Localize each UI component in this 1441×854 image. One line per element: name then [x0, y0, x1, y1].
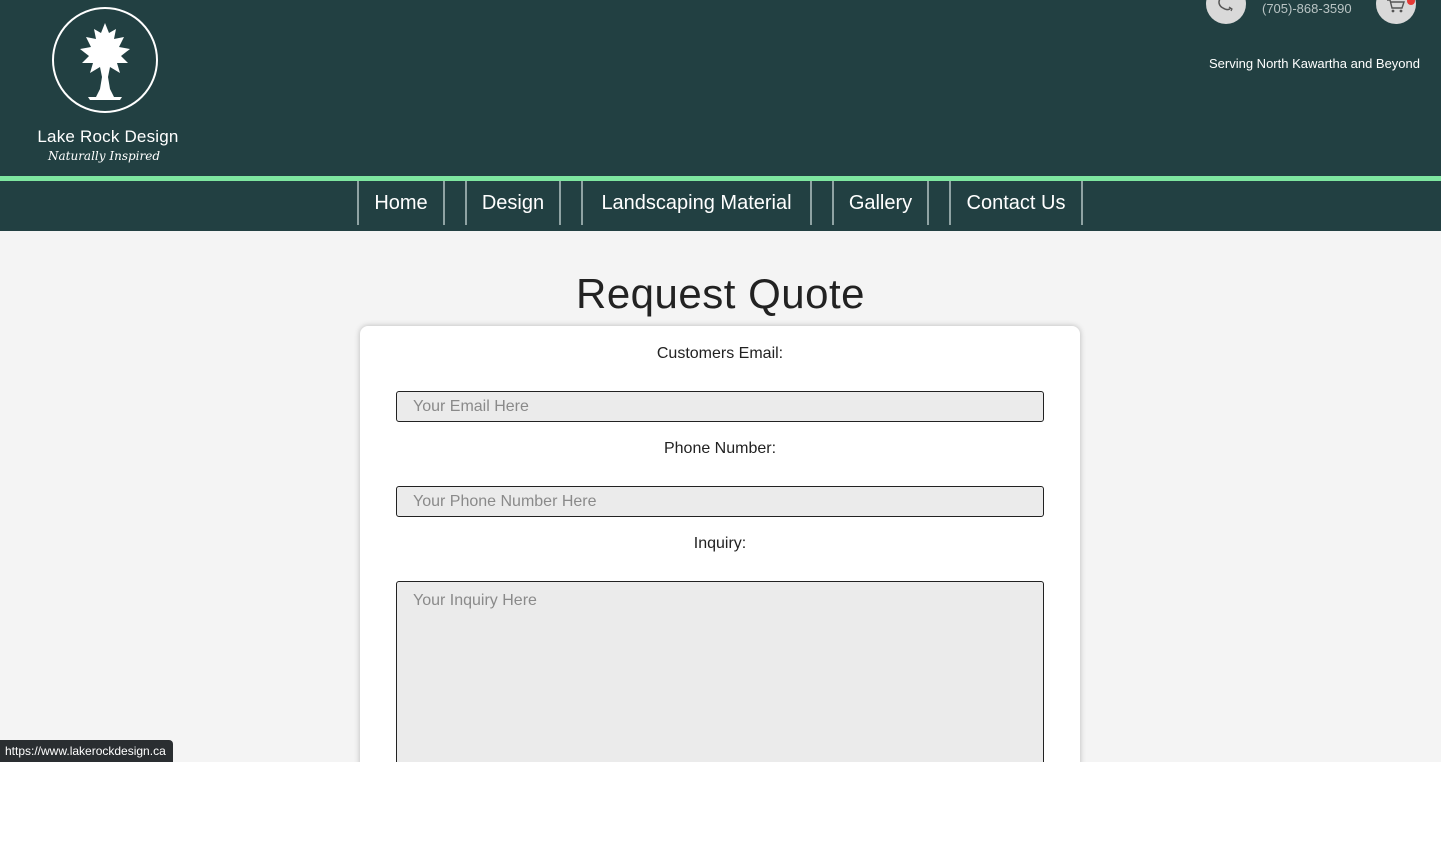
nav-item-gallery[interactable]: Gallery	[832, 181, 929, 225]
nav-item-contact-us[interactable]: Contact Us	[949, 181, 1083, 225]
page-title: Request Quote	[575, 270, 865, 317]
inquiry-field[interactable]	[396, 581, 1044, 762]
nav-item-design[interactable]: Design	[465, 181, 561, 225]
quote-form-card: Customers Email: Phone Number: Inquiry:	[360, 326, 1080, 762]
phone-label: Phone Number:	[663, 440, 777, 457]
nav-item-landscaping-material[interactable]: Landscaping Material	[581, 181, 812, 225]
phone-icon	[1218, 0, 1233, 12]
tree-icon	[80, 23, 130, 100]
logo[interactable]	[52, 7, 158, 113]
service-area-text: Serving North Kawartha and Beyond	[1208, 56, 1420, 71]
phone-button[interactable]	[1206, 0, 1246, 24]
brand-tagline: Naturally Inspired	[47, 149, 161, 163]
email-field[interactable]	[396, 391, 1044, 422]
phone-field[interactable]	[396, 486, 1044, 517]
main-nav: Home Design Landscaping Material Gallery…	[0, 181, 1441, 231]
status-bar-url: https://www.lakerockdesign.ca	[0, 740, 173, 762]
page-viewport: Lake Rock Design Naturally Inspired (705…	[0, 0, 1441, 762]
brand-name: Lake Rock Design	[37, 127, 179, 146]
site-header: Lake Rock Design Naturally Inspired (705…	[0, 0, 1441, 176]
inquiry-label: Inquiry:	[693, 535, 747, 552]
phone-number[interactable]: (705)-868-3590	[1262, 1, 1352, 16]
nav-item-home[interactable]: Home	[357, 181, 445, 225]
cart-icon	[1387, 0, 1405, 13]
email-label: Customers Email:	[656, 345, 784, 362]
